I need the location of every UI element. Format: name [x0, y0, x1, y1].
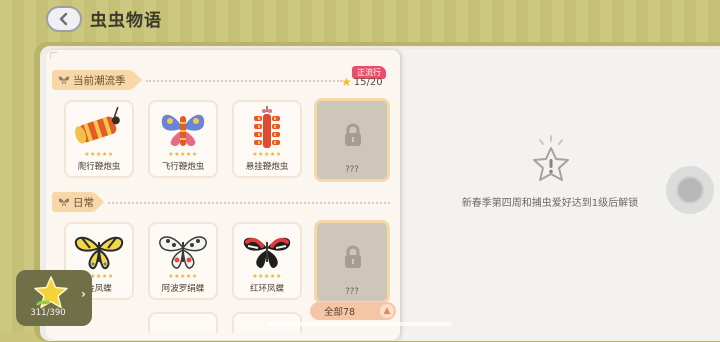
rating-stars: ★★★★★: [168, 151, 198, 158]
home-indicator: [268, 322, 452, 326]
rating-stars: ★★★★★: [252, 151, 282, 158]
apollo-butterfly-icon: [159, 236, 207, 269]
page-corner: [50, 52, 57, 59]
season-progress: ★ 15/20: [341, 75, 383, 89]
butterfly-icon: [58, 76, 70, 84]
back-button[interactable]: [46, 6, 82, 32]
assist-dot-icon: [676, 176, 704, 204]
bug-name: 红环凤蝶: [249, 284, 284, 294]
bug-card[interactable]: ★★★★★ 红环凤蝶: [232, 222, 302, 300]
firecracker-hanging-icon: [254, 106, 280, 148]
bug-card[interactable]: ★★★★★ 爬行鞭炮虫: [64, 100, 134, 178]
bug-card-locked[interactable]: ???: [314, 98, 390, 182]
bug-card-locked[interactable]: ???: [314, 220, 390, 304]
unlock-hint: 新春季第四周和捕虫爱好达到1级后解锁: [461, 198, 639, 209]
rating-stars: ★★★★★: [84, 151, 114, 158]
chevron-left-icon: [59, 12, 68, 26]
bug-name: ???: [345, 165, 359, 175]
all-filter-label: 全部78: [324, 307, 356, 318]
chevron-up-icon: ▲: [380, 304, 394, 318]
star-collection-widget[interactable]: 311/390 ›: [16, 270, 92, 326]
firecracker-flyer-icon: [161, 114, 205, 147]
rating-stars: ★★★★★: [252, 273, 282, 280]
chevron-right-icon: ›: [81, 287, 86, 301]
firecracker-crawler-icon: [75, 106, 120, 144]
floating-assist-button[interactable]: [666, 166, 714, 214]
rating-stars: ★★★★★: [168, 273, 198, 280]
star-icon: [34, 276, 68, 309]
section-title: 日常: [73, 196, 94, 209]
bug-name: 飞行鞭炮虫: [161, 162, 205, 172]
divider: [146, 80, 342, 82]
locked-star-icon: [533, 135, 569, 181]
bug-card[interactable]: ★★★★★ 飞行鞭炮虫: [148, 100, 218, 178]
divider: [108, 202, 390, 204]
lock-icon: [345, 245, 361, 268]
bug-name: 阿波罗绢蝶: [161, 284, 205, 294]
section-title: 当前潮流季: [73, 74, 126, 87]
section-banner-daily: 日常: [52, 192, 104, 212]
star-count: 311/390: [30, 308, 66, 318]
bug-card[interactable]: ★★★★★ 悬挂鞭炮虫: [232, 100, 302, 178]
bug-name: 悬挂鞭炮虫: [245, 162, 289, 172]
bug-card[interactable]: ★★★★★ 阿波罗绢蝶: [148, 222, 218, 300]
red-ring-butterfly-icon: [243, 237, 291, 269]
bug-card[interactable]: [148, 312, 218, 333]
progress-text: 15/20: [353, 76, 383, 88]
swallowtail-butterfly-icon: [74, 236, 124, 270]
bug-name: 爬行鞭炮虫: [77, 162, 121, 172]
all-filter-button[interactable]: 全部78 ▲: [310, 302, 396, 320]
section-banner-trend: 当前潮流季: [52, 70, 142, 90]
page-title: 虫虫物语: [90, 11, 162, 31]
star-icon: ★: [341, 75, 352, 89]
lock-icon: [345, 123, 361, 146]
butterfly-icon: [58, 198, 70, 206]
bug-name: ???: [345, 287, 359, 297]
